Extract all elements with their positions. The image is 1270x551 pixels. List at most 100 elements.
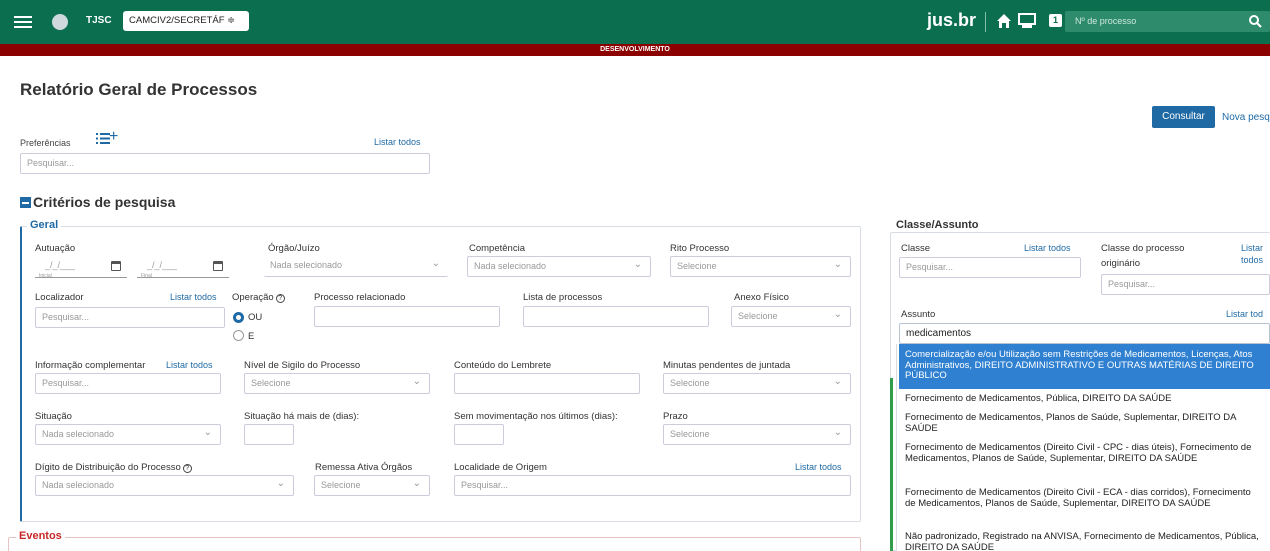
lista-processos-input[interactable] bbox=[523, 306, 709, 327]
preferences-label: Preferências bbox=[20, 138, 71, 148]
localizador-list-all-link[interactable]: Listar todos bbox=[170, 292, 217, 302]
anexo-fisico-select[interactable]: Selecione bbox=[731, 306, 851, 327]
digito-label-text: Dígito de Distribuição do Processo bbox=[35, 462, 181, 473]
operacao-ou-label: OU bbox=[248, 312, 263, 323]
logo-icon bbox=[52, 14, 68, 30]
suggestion-item[interactable]: Fornecimento de Medicamentos (Direito Ci… bbox=[899, 442, 1270, 464]
environment-strip: DESENVOLVIMENTO bbox=[0, 44, 1270, 56]
classe-input[interactable]: Pesquisar... bbox=[899, 257, 1081, 278]
conteudo-lembrete-input[interactable] bbox=[454, 373, 640, 394]
digito-select[interactable]: Nada selecionado bbox=[35, 475, 294, 496]
localizador-input[interactable]: Pesquisar... bbox=[35, 307, 225, 328]
top-bar: TJSC CAMCIV2/SECRETÁF ≑ jus.br 1 Nº de p… bbox=[0, 0, 1270, 44]
minutas-label: Minutas pendentes de juntada bbox=[663, 360, 791, 371]
criteria-title[interactable]: Critérios de pesquisa bbox=[20, 194, 175, 210]
processo-relacionado-label: Processo relacionado bbox=[314, 292, 406, 303]
classe-originario-label-2: originário bbox=[1101, 258, 1141, 269]
info-complementar-input[interactable]: Pesquisar... bbox=[35, 373, 221, 394]
operacao-label-text: Operação bbox=[232, 292, 274, 303]
anexo-fisico-label: Anexo Físico bbox=[734, 292, 789, 303]
preferences-search-input[interactable]: Pesquisar... bbox=[20, 153, 430, 174]
suggestion-item[interactable]: Comercialização e/ou Utilização sem Rest… bbox=[899, 344, 1270, 389]
operacao-e-label: E bbox=[248, 331, 255, 342]
page-title: Relatório Geral de Processos bbox=[20, 80, 258, 99]
suggestion-item[interactable]: Fornecimento de Medicamentos, Pública, D… bbox=[899, 393, 1270, 405]
eventos-legend: Eventos bbox=[16, 530, 65, 542]
court-name: TJSC bbox=[86, 15, 112, 26]
collapse-icon[interactable] bbox=[20, 197, 31, 208]
prazo-select[interactable]: Selecione bbox=[663, 424, 851, 445]
situacao-dias-label: Situação há mais de (dias): bbox=[244, 411, 360, 422]
orgao-label: Órgão/Juízo bbox=[268, 243, 320, 254]
remessa-label: Remessa Ativa Órgãos bbox=[315, 462, 413, 473]
process-search-input[interactable]: Nº de processo bbox=[1065, 11, 1270, 32]
localidade-input[interactable]: Pesquisar... bbox=[454, 475, 851, 496]
process-search-placeholder: Nº de processo bbox=[1075, 16, 1137, 26]
rito-select[interactable]: Selecione bbox=[670, 256, 851, 277]
classe-originario-label-1: Classe do processo bbox=[1101, 243, 1185, 254]
digito-label: Dígito de Distribuição do Processo? bbox=[35, 462, 192, 473]
situacao-select[interactable]: Nada selecionado bbox=[35, 424, 221, 445]
operacao-ou-radio[interactable] bbox=[233, 312, 244, 323]
classe-originario-list-all-link-2[interactable]: todos bbox=[1241, 255, 1263, 265]
divider bbox=[985, 12, 986, 32]
prazo-label: Prazo bbox=[663, 411, 688, 422]
classe-originario-list-all-link-1[interactable]: Listar bbox=[1241, 243, 1263, 253]
suggestion-item[interactable]: Não padronizado, Registrado na ANVISA, F… bbox=[899, 531, 1270, 551]
help-icon[interactable]: ? bbox=[182, 464, 192, 473]
plus-icon[interactable]: + bbox=[109, 128, 118, 146]
localidade-list-all-link[interactable]: Listar todos bbox=[795, 462, 842, 472]
criteria-title-text: Critérios de pesquisa bbox=[33, 194, 176, 210]
autuacao-label: Autuação bbox=[35, 243, 76, 254]
processo-relacionado-input[interactable] bbox=[314, 306, 500, 327]
help-icon[interactable]: ? bbox=[275, 294, 285, 303]
nivel-sigilo-select[interactable]: Selecione bbox=[244, 373, 430, 394]
classe-list-all-link[interactable]: Listar todos bbox=[1024, 243, 1071, 253]
rito-label: Rito Processo bbox=[670, 243, 730, 254]
nivel-sigilo-label: Nível de Sigilo do Processo bbox=[244, 360, 361, 371]
competencia-label: Competência bbox=[469, 243, 525, 254]
operacao-e-radio[interactable] bbox=[233, 330, 244, 341]
menu-icon[interactable] bbox=[14, 16, 32, 28]
info-complementar-label: Informação complementar bbox=[35, 360, 146, 371]
calendar-icon[interactable] bbox=[111, 261, 121, 271]
info-complementar-list-all-link[interactable]: Listar todos bbox=[166, 360, 213, 370]
preferences-list-all-link[interactable]: Listar todos bbox=[374, 137, 421, 147]
calendar-icon[interactable] bbox=[213, 261, 223, 271]
sem-movimentacao-label: Sem movimentação nos últimos (dias): bbox=[454, 411, 618, 422]
operacao-label: Operação? bbox=[232, 292, 285, 303]
notification-badge[interactable]: 1 bbox=[1049, 14, 1062, 27]
list-icon[interactable] bbox=[96, 133, 110, 144]
suggestion-item[interactable]: Fornecimento de Medicamentos (Direito Ci… bbox=[899, 487, 1270, 509]
localidade-label: Localidade de Origem bbox=[454, 462, 547, 473]
suggestion-item[interactable]: Fornecimento de Medicamentos, Planos de … bbox=[899, 412, 1270, 434]
competencia-select[interactable]: Nada selecionado bbox=[467, 256, 651, 277]
assunto-input[interactable]: medicamentos bbox=[899, 323, 1270, 344]
classe-originario-input[interactable]: Pesquisar... bbox=[1101, 274, 1270, 295]
conteudo-lembrete-label: Conteúdo do Lembrete bbox=[454, 360, 552, 371]
localizador-label: Localizador bbox=[35, 292, 84, 303]
assunto-label: Assunto bbox=[901, 309, 936, 320]
assunto-list-all-link[interactable]: Listar tod bbox=[1226, 309, 1263, 319]
search-icon[interactable] bbox=[1248, 14, 1262, 28]
orgao-select[interactable]: Nada selecionado bbox=[264, 256, 448, 277]
autuacao-start-placeholder: _/_/___ bbox=[45, 260, 76, 270]
minutas-select[interactable]: Selecione bbox=[663, 373, 851, 394]
brand-logo: jus.br bbox=[927, 10, 977, 30]
situacao-label: Situação bbox=[35, 411, 72, 422]
lista-processos-label: Lista de processos bbox=[523, 292, 603, 303]
nova-pesquisa-button[interactable]: Nova pesq bbox=[1222, 112, 1270, 123]
situacao-dias-input[interactable] bbox=[244, 424, 294, 445]
accent-bar bbox=[890, 378, 893, 551]
geral-legend: Geral bbox=[27, 219, 62, 231]
control-panel-icon[interactable] bbox=[1018, 13, 1036, 29]
consultar-button[interactable]: Consultar bbox=[1152, 106, 1215, 128]
location-select[interactable]: CAMCIV2/SECRETÁF ≑ bbox=[123, 11, 249, 31]
autuacao-end-placeholder: _/_/___ bbox=[147, 260, 178, 270]
home-icon[interactable] bbox=[996, 13, 1012, 29]
classe-assunto-legend: Classe/Assunto bbox=[893, 219, 982, 231]
autuacao-end-caption: Final bbox=[141, 273, 152, 279]
classe-label: Classe bbox=[901, 243, 931, 254]
remessa-select[interactable]: Selecione bbox=[314, 475, 430, 496]
sem-movimentacao-input[interactable] bbox=[454, 424, 504, 445]
